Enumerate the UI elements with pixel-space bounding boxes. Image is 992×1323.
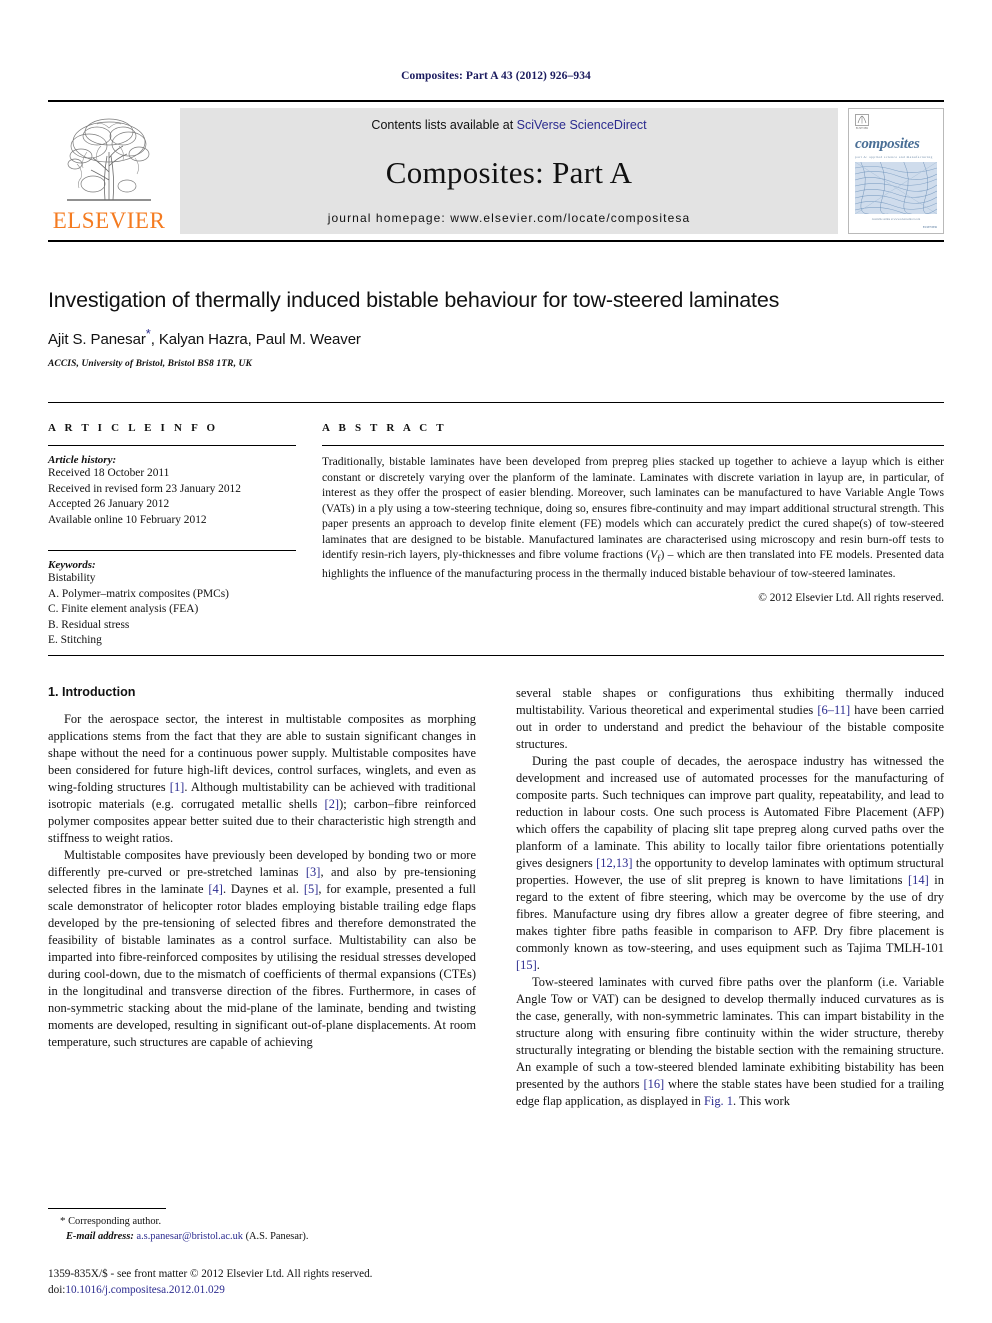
keyword-item: Bistability: [48, 572, 96, 584]
citation-link[interactable]: [15]: [516, 958, 537, 972]
footnote-email-line: E-mail address: a.s.panesar@bristol.ac.u…: [48, 1230, 476, 1245]
elsevier-wordmark: ELSEVIER: [52, 208, 166, 233]
citation-link[interactable]: [14]: [908, 873, 929, 887]
issn-copyright-line: 1359-835X/$ - see front matter © 2012 El…: [48, 1268, 373, 1280]
left-column: 1. Introduction For the aerospace sector…: [48, 685, 476, 1110]
citation-link[interactable]: [3]: [306, 865, 321, 879]
author-list: Ajit S. Panesar*, Kalyan Hazra, Paul M. …: [48, 327, 944, 348]
citation-link[interactable]: [6–11]: [817, 703, 850, 717]
abstract-heading: A B S T R A C T: [322, 422, 447, 434]
email-address-label: E-mail address:: [66, 1230, 134, 1242]
article-history-item: Received 18 October 2011: [48, 467, 170, 479]
info-abstract-region: A R T I C L E I N F O Article history: R…: [48, 402, 944, 649]
right-column: several stable shapes or configurations …: [516, 685, 944, 1110]
email-owner: (A.S. Panesar).: [245, 1230, 309, 1242]
keywords-rule: [48, 550, 296, 551]
cover-artwork: [855, 162, 937, 214]
journal-homepage-line[interactable]: journal homepage: www.elsevier.com/locat…: [180, 211, 838, 225]
contents-available-line: Contents lists available at SciVerse Sci…: [180, 118, 838, 132]
body-columns: 1. Introduction For the aerospace sector…: [48, 685, 944, 1110]
keyword-item: C. Finite element analysis (FEA): [48, 603, 199, 615]
abstract-text: Traditionally, bistable laminates have b…: [322, 454, 944, 581]
keyword-item: B. Residual stress: [48, 618, 130, 631]
body-paragraph: several stable shapes or configurations …: [516, 686, 944, 751]
keyword-item: E. Stitching: [48, 634, 102, 646]
citation-link[interactable]: [16]: [643, 1077, 664, 1091]
article-history-label: Article history:: [48, 454, 117, 466]
article-info-column: A R T I C L E I N F O Article history: R…: [48, 402, 296, 649]
svg-text:ELSEVIER: ELSEVIER: [856, 127, 869, 130]
article-history-item: Accepted 26 January 2012: [48, 498, 170, 510]
section-heading-introduction: 1. Introduction: [48, 685, 136, 699]
cover-inner: ELSEVIER composites part A: applied scie…: [855, 114, 937, 229]
doi-line: doi:10.1016/j.compositesa.2012.01.029: [48, 1282, 608, 1298]
cover-artwork-svg: [855, 162, 937, 214]
footnote-corresponding-text: Corresponding author.: [68, 1216, 162, 1227]
keyword-item: A. Polymer–matrix composites (PMCs): [48, 587, 229, 600]
abstract-copyright: © 2012 Elsevier Ltd. All rights reserved…: [758, 592, 944, 605]
footnote-star-marker: *: [60, 1215, 66, 1227]
abstract-rule: [322, 445, 944, 446]
authors-remaining: , Kalyan Hazra, Paul M. Weaver: [150, 330, 361, 348]
email-link[interactable]: a.s.panesar@bristol.ac.uk: [136, 1231, 243, 1242]
cover-elsevier-icon: ELSEVIER: [855, 114, 869, 130]
masthead-body: ELSEVIER Contents lists available at Sci…: [48, 108, 944, 234]
article-info-rule: [48, 445, 296, 446]
cover-publisher-mark: ELSEVIER: [922, 225, 937, 229]
author-first: Ajit S. Panesar: [48, 330, 146, 348]
page-footer: 1359-835X/$ - see front matter © 2012 El…: [48, 1266, 608, 1298]
column-gap: [296, 402, 322, 649]
article-history-item: Available online 10 February 2012: [48, 513, 207, 526]
body-paragraph: Tow-steered laminates with curved fibre …: [516, 974, 945, 1108]
keywords-label: Keywords:: [48, 559, 96, 571]
doi-label: doi:: [48, 1284, 66, 1297]
column-gutter: [476, 685, 516, 1110]
keywords-block: Keywords: Bistability A. Polymer–matrix …: [48, 559, 296, 649]
sciencedirect-link[interactable]: SciVerse ScienceDirect: [517, 118, 647, 132]
title-block: Investigation of thermally induced bista…: [48, 288, 944, 369]
citation-link[interactable]: [12,13]: [596, 856, 632, 870]
abstract-part-1: Traditionally, bistable laminates have b…: [322, 455, 944, 562]
citation-link[interactable]: [1]: [170, 780, 185, 794]
masthead-top-rule: [48, 100, 944, 102]
citation-link[interactable]: [4]: [208, 882, 223, 896]
page-title: Investigation of thermally induced bista…: [48, 288, 780, 312]
body-paragraph: Multistable composites have previously b…: [48, 847, 476, 1049]
masthead-center-panel: Contents lists available at SciVerse Sci…: [180, 108, 838, 234]
footnote-corresponding-line: * Corresponding author.: [48, 1214, 476, 1230]
elsevier-tree-icon: [67, 118, 151, 201]
affiliation: ACCIS, University of Bristol, Bristol BS…: [48, 358, 252, 369]
info-region-bottom-rule: [48, 655, 944, 656]
citation-link[interactable]: [5]: [304, 882, 319, 896]
body-paragraph: For the aerospace sector, the interest i…: [48, 712, 476, 845]
body-paragraph: During the past couple of decades, the a…: [516, 753, 945, 972]
article-page: Composites: Part A 43 (2012) 926–934 ELS…: [0, 0, 992, 1323]
running-head: Composites: Part A 43 (2012) 926–934: [401, 70, 591, 82]
doi-link[interactable]: 10.1016/j.compositesa.2012.01.029: [65, 1284, 224, 1296]
corresponding-author-footnote: * Corresponding author. E-mail address: …: [48, 1208, 476, 1244]
journal-masthead: ELSEVIER Contents lists available at Sci…: [48, 100, 944, 242]
cover-footnote: Available online at www.sciencedirect.co…: [871, 218, 921, 221]
journal-title: Composites: Part A: [385, 155, 633, 190]
abstract-column: A B S T R A C T Traditionally, bistable …: [322, 402, 944, 649]
contents-prefix: Contents lists available at: [371, 118, 514, 132]
masthead-bottom-rule: [48, 240, 944, 242]
figure-link[interactable]: Fig. 1: [704, 1094, 733, 1108]
article-info-heading: A R T I C L E I N F O: [48, 422, 219, 434]
footnote-rule: [48, 1208, 166, 1209]
elsevier-logo: ELSEVIER: [48, 108, 170, 234]
journal-cover-thumbnail[interactable]: ELSEVIER composites part A: applied scie…: [848, 108, 944, 234]
cover-subtitle: part A: applied science and manufacturin…: [855, 155, 933, 159]
citation-link[interactable]: [2]: [325, 797, 340, 811]
cover-wordmark: composites: [855, 136, 920, 152]
article-history-item: Received in revised form 23 January 2012: [48, 482, 241, 495]
